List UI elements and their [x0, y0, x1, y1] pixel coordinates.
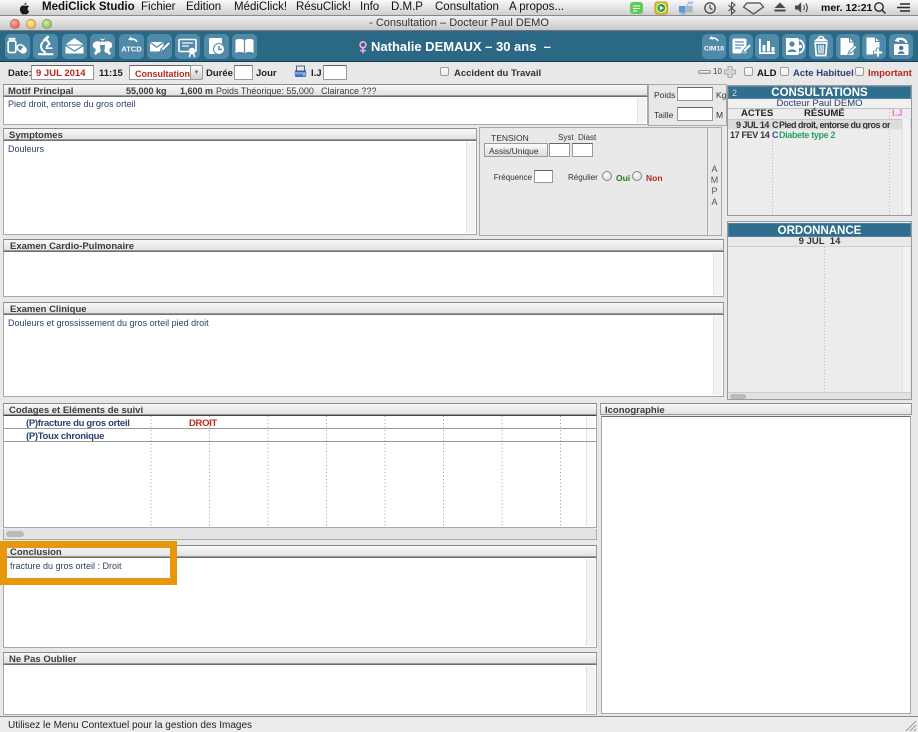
svg-text:ATCD: ATCD: [121, 45, 142, 54]
svg-text:CIM10: CIM10: [704, 46, 724, 53]
